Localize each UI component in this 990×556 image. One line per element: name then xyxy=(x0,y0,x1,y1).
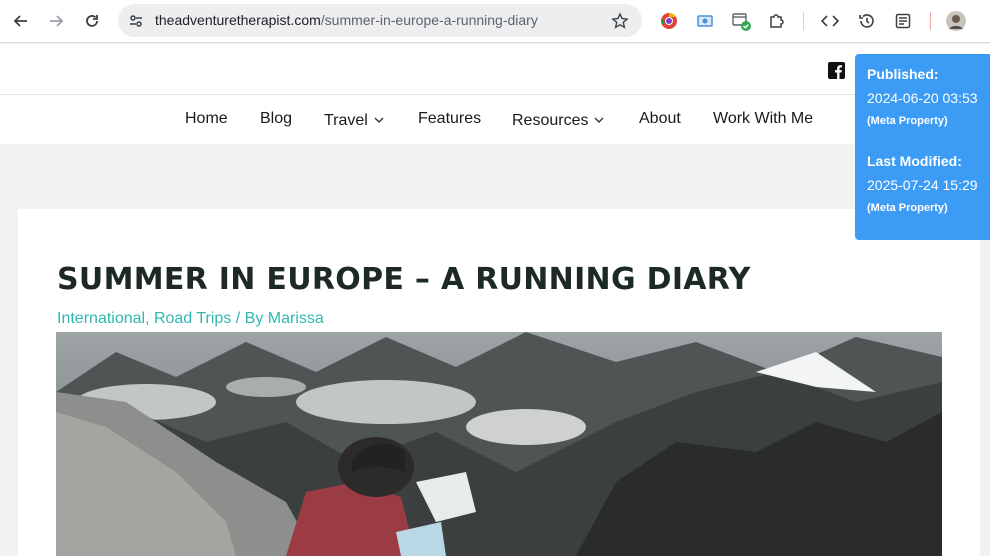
chrome-extension-icon[interactable] xyxy=(657,9,681,33)
nav-home-label: Home xyxy=(185,110,228,127)
author-link[interactable]: Marissa xyxy=(268,310,324,327)
puzzle-extensions-icon[interactable] xyxy=(765,9,789,33)
back-icon[interactable] xyxy=(8,8,34,34)
nav-travel-label: Travel xyxy=(324,112,368,129)
url-path: /summer-in-europe-a-running-diary xyxy=(320,12,538,28)
byline-text: / By xyxy=(231,310,268,327)
published-date: 2024-06-20 03:53 xyxy=(867,90,978,106)
reading-list-icon[interactable] xyxy=(891,9,915,33)
chevron-down-icon xyxy=(594,110,604,128)
post-meta: International, Road Trips / By Marissa xyxy=(57,310,324,328)
chevron-down-icon xyxy=(374,110,384,128)
nav-features-label: Features xyxy=(418,110,482,127)
nav-blog[interactable]: Blog xyxy=(260,110,292,128)
screenshot-extension-icon[interactable] xyxy=(693,9,717,33)
url-text[interactable]: theadventuretherapist.com/summer-in-euro… xyxy=(155,12,538,28)
nav-resources-label: Resources xyxy=(512,112,589,129)
nav-travel[interactable]: Travel xyxy=(324,110,384,130)
category-international-link[interactable]: International xyxy=(57,310,145,327)
post-title: SUMMER IN EUROPE – A RUNNING DIARY xyxy=(57,262,751,297)
profile-separator xyxy=(930,12,931,30)
reload-icon[interactable] xyxy=(79,8,105,34)
nav-work-with-me-label: Work With Me xyxy=(713,110,814,127)
nav-about-label: About xyxy=(639,110,681,127)
history-icon[interactable] xyxy=(855,9,879,33)
toolbar-separator xyxy=(803,12,804,30)
bookmark-star-icon[interactable] xyxy=(610,11,630,31)
category-separator: , xyxy=(145,310,154,327)
nav-work-with-me[interactable]: Work With Me xyxy=(713,110,813,128)
url-domain: theadventuretherapist.com xyxy=(155,12,321,28)
site-settings-icon[interactable] xyxy=(126,11,146,31)
profile-avatar[interactable] xyxy=(944,9,968,33)
tab-extension-icon[interactable] xyxy=(729,9,753,33)
main-navigation xyxy=(0,95,990,144)
post-dates-panel: Published: 2024-06-20 03:53 (Meta Proper… xyxy=(855,54,990,240)
nav-resources[interactable]: Resources xyxy=(512,110,604,130)
nav-home[interactable]: Home xyxy=(185,110,228,128)
hero-image xyxy=(56,332,942,556)
browser-toolbar: theadventuretherapist.com/summer-in-euro… xyxy=(0,0,990,43)
modified-source: (Meta Property) xyxy=(867,202,948,214)
nav-blog-label: Blog xyxy=(260,110,293,127)
published-label: Published: xyxy=(867,66,939,82)
nav-features[interactable]: Features xyxy=(418,110,481,128)
published-source: (Meta Property) xyxy=(867,115,948,127)
category-road-trips-link[interactable]: Road Trips xyxy=(154,310,231,327)
modified-date: 2025-07-24 15:29 xyxy=(867,177,978,193)
code-icon[interactable] xyxy=(818,9,842,33)
address-bar[interactable]: theadventuretherapist.com/summer-in-euro… xyxy=(118,4,642,37)
modified-label: Last Modified: xyxy=(867,153,962,169)
forward-icon[interactable] xyxy=(43,8,69,34)
nav-about[interactable]: About xyxy=(639,110,681,128)
facebook-icon[interactable] xyxy=(828,62,845,79)
